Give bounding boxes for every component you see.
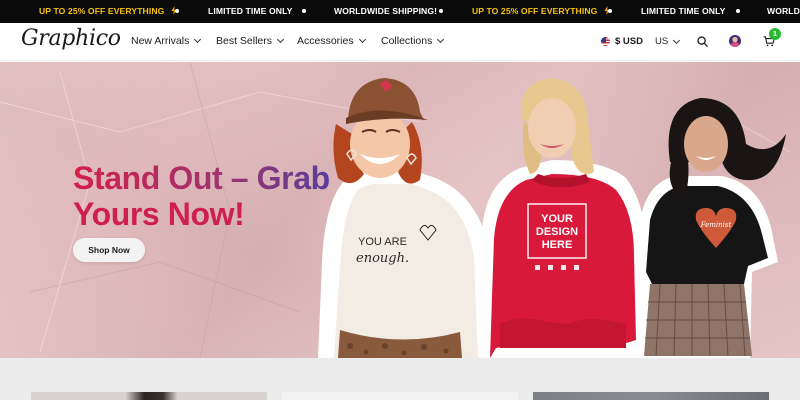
avatar-icon [729,35,741,47]
chevron-down-icon [358,35,366,44]
separator-dot [302,9,306,13]
hero-headline-line2: Yours Now! [73,196,245,232]
language-selector[interactable]: US [655,36,681,47]
separator-dot [736,9,740,13]
hero-headline-line1: Stand Out – Grab [73,160,330,196]
chevron-down-icon [194,35,202,44]
product-card-image[interactable] [31,392,267,400]
announcement-bar: UP TO 25% OFF EVERYTHING LIMITED TIME ON… [0,0,800,23]
model-cream-tee: YOU ARE enough. [318,78,494,358]
featured-section [0,358,800,400]
shirt-print-line1: YOU ARE [358,236,407,248]
currency-selector[interactable]: $ USD [601,36,643,47]
hero-banner: YOU ARE enough. YOUR DESIGN HERE Feminis… [0,62,800,358]
cart-count-badge: 1 [769,28,781,40]
shirt-print-line2: enough. [356,251,409,266]
model-red-hoodie: YOUR DESIGN HERE [478,78,648,358]
shop-now-button[interactable]: Shop Now [73,238,145,262]
hoodie-print-line3: HERE [542,239,573,251]
separator-dot [439,9,443,13]
separator-dot [175,9,179,13]
hero-headline: Stand Out – Grab Yours Now! [73,160,330,232]
hoodie-print-line1: YOUR [541,213,573,225]
nav-new-arrivals[interactable]: New Arrivals [131,35,202,47]
separator-dot [608,9,612,13]
chevron-down-icon [437,35,445,44]
language-label: US [655,36,669,47]
currency-label: $ USD [615,36,643,47]
announcement-item: LIMITED TIME ONLY [641,6,726,16]
product-card-image[interactable] [533,392,769,400]
search-button[interactable] [695,34,709,48]
nav-label: Best Sellers [216,35,273,47]
site-header: Graphico New Arrivals Best Sellers Acces… [0,23,800,61]
brand-logo[interactable]: Graphico [21,26,121,51]
announcement-item: LIMITED TIME ONLY [208,6,293,16]
search-icon [696,35,708,47]
nav-best-sellers[interactable]: Best Sellers [216,35,285,47]
announcement-item: UP TO 25% OFF EVERYTHING [472,0,610,23]
nav-label: Collections [381,35,433,47]
account-button[interactable] [728,34,742,48]
announcement-item: WORLDWID [767,6,800,16]
hoodie-print-line2: DESIGN [536,226,578,238]
product-card-image[interactable] [282,392,518,400]
announcement-item: UP TO 25% OFF EVERYTHING [39,0,177,23]
announcement-item: WORLDWIDE SHIPPING! [334,6,438,16]
nav-label: New Arrivals [131,35,190,47]
shirt-print-right: Feminist [700,221,732,229]
nav-collections[interactable]: Collections [381,35,445,47]
us-flag-icon [601,37,610,46]
chevron-down-icon [276,35,285,44]
nav-label: Accessories [297,35,354,47]
chevron-down-icon [673,36,681,44]
nav-accessories[interactable]: Accessories [297,35,366,47]
